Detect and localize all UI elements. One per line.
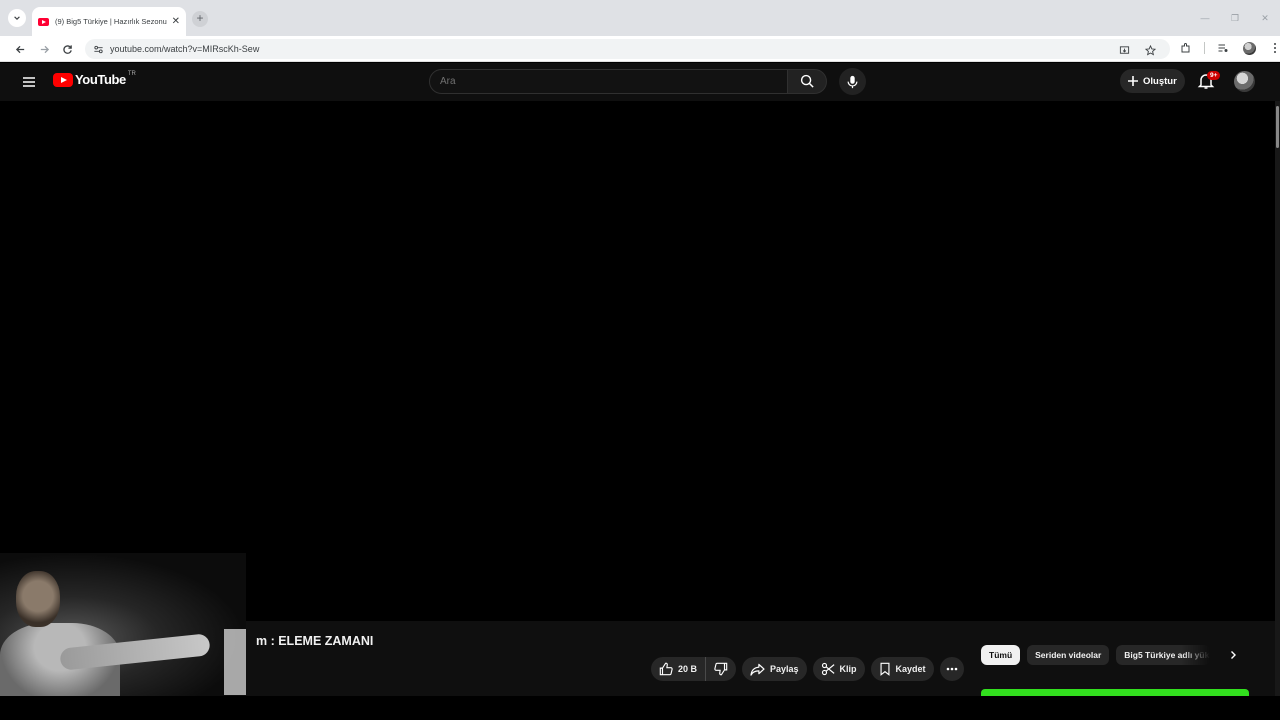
chip-uploader[interactable]: Big5 Türkiye adlı yükleyiciden	[1116, 645, 1211, 665]
recommended-video-thumbnail[interactable]	[981, 689, 1249, 696]
account-avatar[interactable]	[1234, 71, 1255, 92]
dislike-button[interactable]	[706, 657, 736, 681]
new-tab-plus-icon[interactable]: +	[192, 11, 208, 27]
logo-text: YouTube	[75, 72, 126, 87]
browser-tab-active[interactable]: (9) Big5 Türkiye | Hazırlık Sezonu ✕	[32, 7, 186, 36]
save-label: Kaydet	[895, 664, 926, 674]
back-arrow-icon[interactable]	[11, 40, 29, 58]
minimize-icon[interactable]: —	[1190, 0, 1220, 36]
youtube-logo[interactable]: YouTube TR	[53, 70, 136, 87]
like-count: 20 B	[678, 664, 698, 674]
search-icon	[800, 74, 814, 88]
window-controls: — ❐ ✕	[1190, 0, 1280, 36]
video-actions: 20 B Paylaş Klip Kaydet	[651, 657, 964, 681]
site-settings-icon[interactable]	[91, 42, 105, 56]
window-close-icon[interactable]: ✕	[1250, 0, 1280, 36]
forward-arrow-icon[interactable]	[35, 40, 53, 58]
scissors-icon	[821, 662, 835, 676]
menu-hamburger-icon[interactable]	[20, 73, 38, 91]
browser-extension-area	[1178, 40, 1280, 56]
toolbar-divider	[1204, 42, 1205, 54]
create-label: Oluştur	[1143, 75, 1177, 87]
more-actions-button[interactable]	[939, 657, 964, 681]
video-player[interactable]	[0, 101, 1275, 621]
chevron-right-icon[interactable]	[1225, 647, 1241, 663]
save-button[interactable]: Kaydet	[870, 657, 934, 681]
create-button[interactable]: Oluştur	[1120, 69, 1185, 93]
profile-avatar-icon[interactable]	[1241, 40, 1257, 56]
tab-title: (9) Big5 Türkiye | Hazırlık Sezonu	[55, 17, 167, 26]
youtube-favicon-icon	[38, 17, 49, 26]
share-arrow-icon	[750, 663, 765, 676]
webcam-person-head	[16, 571, 60, 627]
clip-button[interactable]: Klip	[812, 657, 865, 681]
page-scrollbar[interactable]	[1275, 101, 1280, 696]
microphone-icon	[847, 75, 858, 88]
notification-badge: 9+	[1207, 71, 1221, 80]
url-text: youtube.com/watch?v=MIRscKh-Sew	[110, 44, 260, 54]
chevron-down-icon	[14, 16, 20, 20]
tab-search-button[interactable]	[8, 9, 26, 27]
search-box	[429, 69, 788, 94]
webcam-overlay	[0, 553, 246, 696]
bookmark-icon	[880, 662, 890, 676]
browser-tab-strip: (9) Big5 Türkiye | Hazırlık Sezonu ✕ + —…	[0, 0, 1280, 36]
install-app-icon[interactable]	[1116, 42, 1132, 58]
more-horizontal-icon	[946, 667, 957, 671]
like-button[interactable]: 20 B	[651, 657, 707, 681]
browser-toolbar: youtube.com/watch?v=MIRscKh-Sew	[0, 36, 1280, 62]
browser-menu-icon[interactable]	[1267, 40, 1280, 56]
media-controls-icon[interactable]	[1215, 40, 1231, 56]
video-title: m : ELEME ZAMANI	[256, 634, 374, 648]
extensions-puzzle-icon[interactable]	[1178, 40, 1194, 56]
address-bar[interactable]: youtube.com/watch?v=MIRscKh-Sew	[85, 39, 1170, 59]
clip-label: Klip	[839, 664, 857, 674]
omnibox-actions	[1116, 42, 1158, 58]
thumbs-down-icon	[714, 662, 728, 676]
bookmark-star-icon[interactable]	[1142, 42, 1158, 58]
share-button[interactable]: Paylaş	[742, 657, 807, 681]
search-input[interactable]	[440, 76, 787, 87]
related-filter-chips: Tümü Seriden videolar Big5 Türkiye adlı …	[981, 645, 1211, 665]
voice-search-button[interactable]	[839, 68, 866, 95]
close-icon[interactable]: ✕	[172, 16, 180, 27]
restore-icon[interactable]: ❐	[1220, 0, 1250, 36]
reload-icon[interactable]	[58, 40, 76, 58]
webcam-background-light	[224, 629, 246, 695]
plus-icon	[1128, 76, 1138, 86]
thumbs-up-icon	[659, 662, 673, 676]
youtube-masthead: YouTube TR Oluştur 9+	[0, 63, 1280, 101]
country-code: TR	[127, 70, 136, 77]
like-dislike-group: 20 B	[651, 657, 737, 681]
bottom-edge	[0, 696, 1280, 720]
chip-series-videos[interactable]: Seriden videolar	[1027, 645, 1110, 665]
youtube-play-logo-icon	[53, 72, 73, 87]
search-button[interactable]	[787, 69, 827, 94]
scrollbar-thumb[interactable]	[1276, 106, 1279, 148]
chip-all[interactable]: Tümü	[981, 645, 1021, 665]
share-label: Paylaş	[770, 664, 799, 674]
